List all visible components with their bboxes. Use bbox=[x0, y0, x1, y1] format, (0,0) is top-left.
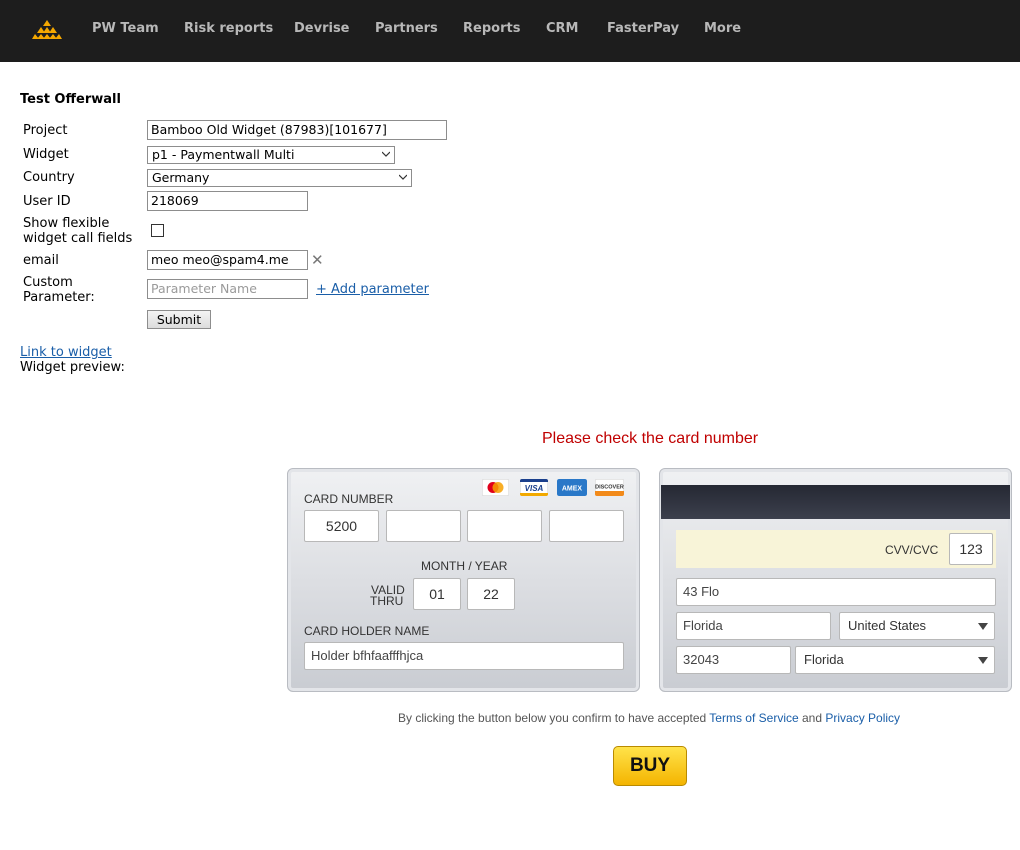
card-number-part-4[interactable] bbox=[549, 510, 624, 542]
visa-icon: VISA bbox=[520, 479, 548, 496]
flexible-fields-checkbox[interactable] bbox=[151, 224, 164, 237]
card-number-part-3[interactable] bbox=[467, 510, 542, 542]
city-input[interactable]: Florida bbox=[676, 612, 831, 640]
zip-input[interactable]: 32043 bbox=[676, 646, 791, 674]
add-parameter-link[interactable]: + Add parameter bbox=[316, 282, 429, 297]
card-number-part-1[interactable]: 5200 bbox=[304, 510, 379, 542]
widget-select[interactable]: p1 - Paymentwall Multi bbox=[147, 146, 395, 164]
dropdown-arrow-icon bbox=[978, 657, 988, 664]
page-title: Test Offerwall bbox=[20, 92, 121, 107]
billing-country-select[interactable]: United States bbox=[839, 612, 995, 640]
nav-item-more[interactable]: More bbox=[704, 21, 741, 36]
parameter-name-input[interactable]: Parameter Name bbox=[147, 279, 308, 299]
state-select[interactable]: Florida bbox=[795, 646, 995, 674]
address-input[interactable]: 43 Flo bbox=[676, 578, 996, 606]
user-id-input[interactable]: 218069 bbox=[147, 191, 308, 211]
widget-preview-label: Widget preview: bbox=[20, 360, 125, 375]
amex-icon: AMEX bbox=[557, 479, 587, 496]
nav-item-devrise[interactable]: Devrise bbox=[294, 21, 350, 36]
clear-email-icon[interactable]: ✕ bbox=[311, 253, 324, 268]
card-holder-label: CARD HOLDER NAME bbox=[304, 624, 430, 638]
expiry-month-input[interactable]: 01 bbox=[413, 578, 461, 610]
chevron-down-icon bbox=[399, 174, 407, 180]
discover-icon: DISCOVER bbox=[595, 479, 624, 496]
svg-text:DISCOVER: DISCOVER bbox=[595, 485, 624, 491]
user-id-label: User ID bbox=[23, 194, 71, 209]
card-number-label: CARD NUMBER bbox=[304, 492, 394, 506]
card-number-part-2[interactable] bbox=[386, 510, 461, 542]
nav-item-fasterpay[interactable]: FasterPay bbox=[607, 21, 679, 36]
custom-parameter-label-line1: Custom bbox=[23, 275, 73, 290]
flexible-fields-label-line2: widget call fields bbox=[23, 231, 133, 246]
card-holder-input[interactable]: Holder bfhfaafffhjca bbox=[304, 642, 624, 670]
terms-notice: By clicking the button below you confirm… bbox=[398, 711, 900, 725]
nav-item-crm[interactable]: CRM bbox=[546, 21, 579, 36]
magnetic-stripe bbox=[661, 485, 1010, 519]
top-nav-bar: PW Team Risk reports Devrise Partners Re… bbox=[0, 0, 1020, 62]
terms-and-text: and bbox=[798, 711, 826, 725]
nav-item-risk-reports[interactable]: Risk reports bbox=[184, 21, 273, 36]
month-year-label: MONTH / YEAR bbox=[421, 559, 508, 573]
logo-icon[interactable] bbox=[32, 19, 62, 39]
widget-select-value: p1 - Paymentwall Multi bbox=[152, 147, 295, 162]
widget-label: Widget bbox=[23, 147, 69, 162]
svg-text:VISA: VISA bbox=[525, 484, 544, 493]
nav-item-partners[interactable]: Partners bbox=[375, 21, 438, 36]
privacy-policy-link[interactable]: Privacy Policy bbox=[825, 711, 900, 725]
state-value: Florida bbox=[804, 652, 844, 667]
buy-button[interactable]: BUY bbox=[613, 746, 687, 786]
email-input[interactable]: meo meo@spam4.me bbox=[147, 250, 308, 270]
svg-text:AMEX: AMEX bbox=[562, 486, 583, 493]
submit-button[interactable]: Submit bbox=[147, 310, 211, 329]
signature-strip bbox=[676, 530, 996, 568]
cvv-input[interactable]: 123 bbox=[949, 533, 993, 565]
country-select[interactable]: Germany bbox=[147, 169, 412, 187]
expiry-year-input[interactable]: 22 bbox=[467, 578, 515, 610]
chevron-down-icon bbox=[382, 151, 390, 157]
dropdown-arrow-icon bbox=[978, 623, 988, 630]
cvv-label: CVV/CVC bbox=[885, 543, 939, 557]
terms-prefix-text: By clicking the button below you confirm… bbox=[398, 711, 710, 725]
email-label: email bbox=[23, 253, 59, 268]
nav-item-reports[interactable]: Reports bbox=[463, 21, 520, 36]
custom-parameter-label-line2: Parameter: bbox=[23, 290, 95, 305]
valid-thru-label-line2: THRU bbox=[370, 594, 404, 608]
country-select-value: Germany bbox=[152, 170, 210, 185]
billing-country-value: United States bbox=[848, 618, 927, 633]
card-error-message: Please check the card number bbox=[542, 430, 759, 447]
country-label: Country bbox=[23, 170, 75, 185]
mastercard-icon bbox=[482, 479, 509, 496]
link-to-widget[interactable]: Link to widget bbox=[20, 345, 112, 360]
nav-item-pw-team[interactable]: PW Team bbox=[92, 21, 159, 36]
project-input[interactable]: Bamboo Old Widget (87983)[101677] bbox=[147, 120, 447, 140]
terms-of-service-link[interactable]: Terms of Service bbox=[709, 711, 798, 725]
flexible-fields-label-line1: Show flexible bbox=[23, 216, 110, 231]
project-label: Project bbox=[23, 123, 68, 138]
